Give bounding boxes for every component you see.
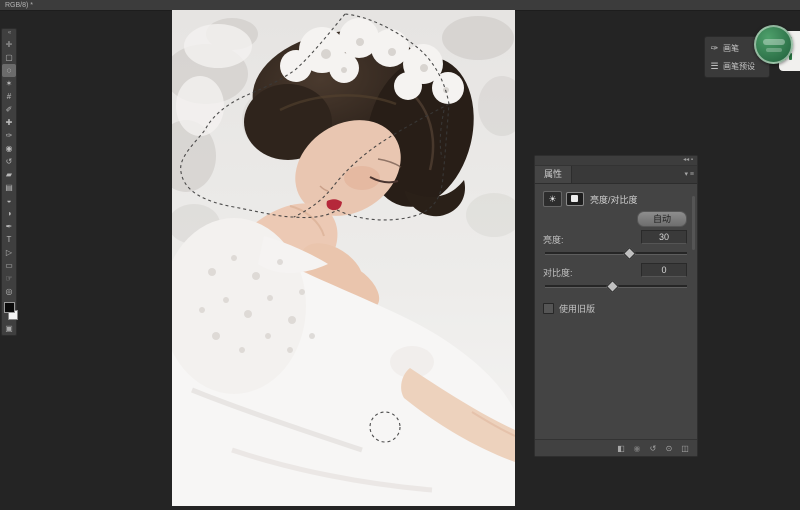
blur-tool[interactable]: ◒ [2, 194, 16, 207]
reset-icon[interactable]: ↺ [645, 444, 661, 453]
brush-tool[interactable]: ✑ [2, 129, 16, 142]
brightness-slider[interactable] [545, 247, 687, 259]
lasso-tool[interactable]: ◌ [2, 64, 16, 77]
properties-panel: ◂◂ ▪ 属性 ▾ ≡ ☀ 亮度/对比度 自动 亮度: 30 对比度: [534, 155, 698, 457]
history-brush-tool[interactable]: ↺ [2, 155, 16, 168]
panel-collapse-button[interactable]: ◂◂ ▪ [535, 156, 697, 166]
brightness-slider-track [545, 252, 687, 255]
bride-photo [172, 10, 515, 506]
brightness-value-field[interactable]: 30 [641, 230, 687, 244]
type-tool[interactable]: T [2, 233, 16, 246]
properties-tab-row: 属性 ▾ ≡ [535, 166, 697, 184]
brightness-contrast-adjustment: ☀ 亮度/对比度 自动 亮度: 30 对比度: 0 [535, 184, 697, 315]
brush-presets-panel-button[interactable]: ☰ 画笔预设 [708, 57, 766, 75]
contrast-value-field[interactable]: 0 [641, 263, 687, 277]
pen-tool[interactable]: ✒ [2, 220, 16, 233]
move-tool[interactable]: ✛ [2, 38, 16, 51]
brush-presets-icon: ☰ [708, 61, 721, 72]
clip-to-layer-icon[interactable]: ◧ [613, 444, 629, 453]
tools-panel: « ✛ ▢ ◌ ✶ # ✐ ✚ ✑ ◉ ↺ ▰ ▤ ◒ ◑ ✒ T ▷ ▭ ☞ … [1, 28, 17, 336]
brush-presets-panel-label: 画笔预设 [723, 61, 755, 72]
contrast-slider-thumb[interactable] [606, 280, 619, 293]
color-swatches[interactable] [2, 300, 16, 322]
contrast-label: 对比度: [543, 268, 573, 278]
hand-tool[interactable]: ☞ [2, 272, 16, 285]
brightness-slider-thumb[interactable] [623, 247, 636, 260]
gradient-tool[interactable]: ▤ [2, 181, 16, 194]
dodge-tool[interactable]: ◑ [2, 207, 16, 220]
marquee-tool[interactable]: ▢ [2, 51, 16, 64]
contrast-slider[interactable] [545, 280, 687, 292]
brightness-contrast-icon: ☀ [543, 191, 562, 207]
previous-state-icon[interactable]: ◉ [629, 444, 645, 453]
eyedropper-tool[interactable]: ✐ [2, 103, 16, 116]
properties-footer: ◧ ◉ ↺ ⊙ ◫ [535, 439, 697, 456]
brightness-label: 亮度: [543, 235, 564, 245]
magic-wand-tool[interactable]: ✶ [2, 77, 16, 90]
delete-icon[interactable]: ◫ [677, 444, 693, 453]
photoshop-window: RGB/8) * « ✛ ▢ ◌ ✶ # ✐ ✚ ✑ ◉ ↺ ▰ ▤ ◒ ◑ ✒… [0, 0, 800, 510]
tab-properties[interactable]: 属性 [535, 166, 572, 183]
zoom-tool[interactable]: ◎ [2, 285, 16, 298]
adjustment-title: 亮度/对比度 [590, 193, 638, 206]
panel-scrollbar[interactable] [692, 196, 695, 250]
foreground-color-swatch[interactable] [4, 302, 15, 313]
toolbar-collapse-button[interactable]: « [2, 29, 16, 38]
use-legacy-label: 使用旧版 [559, 302, 595, 315]
document-tab-title: RGB/8) * [5, 2, 33, 9]
layer-mask-thumbnail[interactable] [566, 192, 584, 206]
brush-icon: ✑ [708, 43, 721, 54]
watermark-badge [754, 25, 793, 64]
use-legacy-checkbox-row[interactable]: 使用旧版 [543, 302, 689, 315]
brush-panel-label: 画笔 [723, 43, 739, 54]
path-selection-tool[interactable]: ▷ [2, 246, 16, 259]
auto-button[interactable]: 自动 [637, 211, 687, 227]
shape-tool[interactable]: ▭ [2, 259, 16, 272]
panel-menu-icon[interactable]: ▾ ≡ [684, 166, 694, 183]
eraser-tool[interactable]: ▰ [2, 168, 16, 181]
healing-brush-tool[interactable]: ✚ [2, 116, 16, 129]
quick-mask-button[interactable]: ▣ [2, 322, 16, 335]
document-canvas[interactable] [172, 10, 515, 506]
use-legacy-checkbox[interactable] [543, 303, 554, 314]
crop-tool[interactable]: # [2, 90, 16, 103]
clone-stamp-tool[interactable]: ◉ [2, 142, 16, 155]
visibility-icon[interactable]: ⊙ [661, 444, 677, 453]
